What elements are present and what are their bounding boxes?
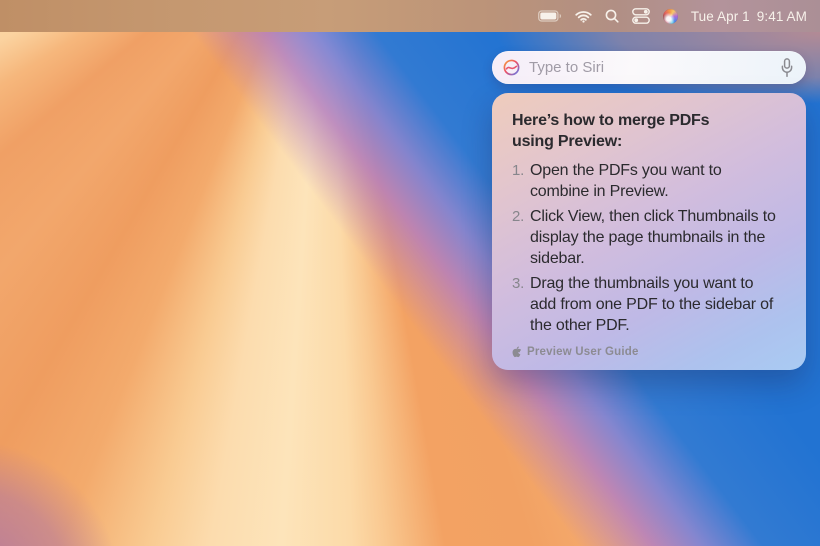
apple-logo-icon [512,346,522,358]
step-text: Open the PDFs you want to combine in Pre… [530,160,722,202]
siri-glyph-icon [503,59,520,76]
desktop: Tue Apr 1 9:41 AM [0,0,820,546]
step-number: 3. [512,273,530,336]
spotlight-search-icon[interactable] [605,9,619,23]
text-line: the other PDF. [530,315,773,336]
siri-response-card: Here’s how to merge PDFs using Preview: … [492,93,806,370]
text-line: Drag the thumbnails you want to [530,273,773,294]
text-line: Open the PDFs you want to [530,160,722,181]
step-text: Drag the thumbnails you want to add from… [530,273,773,336]
text-line: sidebar. [530,248,776,269]
control-center-icon[interactable] [632,8,650,24]
siri-panel: Here’s how to merge PDFs using Preview: … [492,51,806,370]
source-link-preview-user-guide[interactable]: Preview User Guide [512,346,790,358]
step-text: Click View, then click Thumbnails to dis… [530,206,776,269]
step-number: 2. [512,206,530,269]
battery-icon[interactable] [538,10,562,22]
text-line: display the page thumbnails in the [530,227,776,248]
step-item: 2. Click View, then click Thumbnails to … [512,206,790,269]
date-label: Tue Apr 1 [691,9,750,24]
heading-line: using Preview: [512,131,790,152]
text-line: Click View, then click Thumbnails to [530,206,776,227]
siri-input-field[interactable] [492,51,806,84]
heading-line: Here’s how to merge PDFs [512,110,790,131]
text-line: combine in Preview. [530,181,722,202]
microphone-icon[interactable] [780,58,794,78]
wifi-icon[interactable] [575,10,592,23]
text-line: add from one PDF to the sidebar of [530,294,773,315]
siri-text-input[interactable] [529,59,771,76]
step-item: 3. Drag the thumbnails you want to add f… [512,273,790,336]
menu-bar-clock[interactable]: Tue Apr 1 9:41 AM [691,9,807,24]
siri-menu-icon[interactable] [663,9,678,24]
step-number: 1. [512,160,530,202]
response-heading: Here’s how to merge PDFs using Preview: [512,110,790,152]
source-label: Preview User Guide [527,346,639,358]
menu-bar: Tue Apr 1 9:41 AM [0,0,820,32]
step-item: 1. Open the PDFs you want to combine in … [512,160,790,202]
steps-list: 1. Open the PDFs you want to combine in … [512,160,790,336]
time-label: 9:41 AM [757,9,807,24]
